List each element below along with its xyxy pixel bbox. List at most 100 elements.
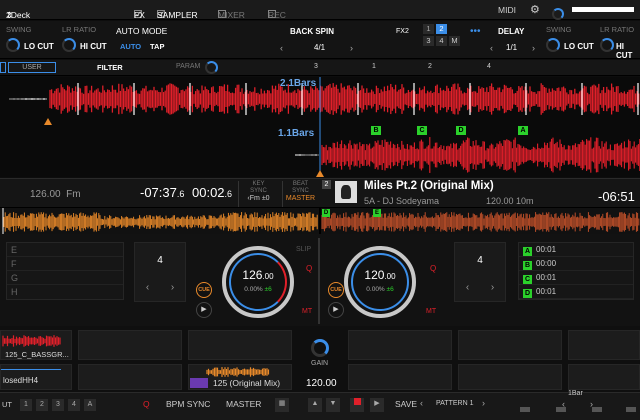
beat-next-left[interactable]: › [350, 43, 353, 53]
sampler-pad-6[interactable] [78, 364, 182, 390]
deck2-quantize[interactable]: Q [430, 264, 436, 273]
wave-cue-b[interactable]: B [371, 126, 381, 135]
sequence-step[interactable] [556, 407, 566, 412]
deck2-jog-wheel[interactable]: 120.00 0.00% ±6 [344, 246, 416, 318]
swing-knob[interactable] [6, 38, 20, 52]
beat-sync-button[interactable]: BEAT SYNC MASTER [282, 181, 318, 207]
sampler-pad-14[interactable] [458, 364, 562, 390]
lr-ratio-knob[interactable] [62, 38, 76, 52]
bank-1-button[interactable]: 1 [20, 399, 32, 411]
overview-cue-e[interactable]: E [373, 209, 381, 217]
sampler-pad-9[interactable] [348, 330, 452, 360]
deck1-quantize[interactable]: Q [306, 264, 312, 273]
key-sync-button[interactable]: KEY SYNC ‹Fm ±0 [238, 181, 278, 207]
sampler-quantize[interactable]: Q [143, 399, 150, 409]
loop-double-button[interactable]: › [171, 282, 174, 293]
lr-ratio-knob-right[interactable] [600, 38, 614, 52]
fx-slot-3[interactable]: 3 [423, 36, 434, 46]
wave-cue-c[interactable]: C [417, 126, 427, 135]
sampler-pad-10[interactable] [458, 330, 562, 360]
hi-cut-button[interactable]: HI CUT [80, 42, 107, 51]
pattern-prev-button[interactable]: ‹ [420, 398, 423, 408]
filter-label[interactable]: FILTER [97, 63, 123, 72]
master-volume-knob[interactable] [552, 3, 564, 20]
deck2-cue-button[interactable]: CUE [328, 282, 344, 298]
master-button[interactable]: MASTER [226, 399, 261, 409]
sequence-step[interactable] [626, 407, 636, 412]
bank-a-button[interactable]: A [84, 399, 96, 411]
overview-cue-d[interactable]: D [322, 209, 330, 217]
beat-prev-right[interactable]: ‹ [490, 43, 493, 53]
sequence-step[interactable] [520, 407, 530, 412]
tap-button[interactable]: TAP [150, 42, 164, 51]
gain-knob[interactable] [311, 339, 329, 357]
hotcue-row-g[interactable]: G [7, 271, 123, 285]
hotcue-num-4[interactable]: 4 [487, 63, 491, 70]
arrow-down-icon[interactable]: ▼ [326, 398, 340, 412]
midi-button[interactable]: MIDI [498, 5, 516, 15]
bank-4-button[interactable]: 4 [68, 399, 80, 411]
deck1-cue-button[interactable]: CUE [196, 282, 212, 298]
sampler-pad-11[interactable] [568, 330, 640, 360]
hotcue-row-b[interactable]: B 00:00 [519, 257, 633, 271]
sequence-step[interactable] [592, 407, 602, 412]
fx-name-right[interactable]: DELAY [498, 27, 524, 36]
record-button[interactable] [350, 398, 364, 412]
fx-slot-4[interactable]: 4 [436, 36, 447, 46]
deck2-play-button[interactable]: ▶ [328, 302, 344, 318]
deck2-loop-length[interactable]: 4 [455, 255, 505, 266]
hotcue-num-1[interactable]: 1 [372, 63, 376, 70]
sampler-pad-15[interactable] [568, 364, 640, 390]
deck1-loop-length[interactable]: 4 [135, 255, 185, 266]
waveform-deck2[interactable]: 1.1Bars B C D A [0, 125, 640, 177]
sampler-pad-7[interactable]: 125 (Original Mix) [188, 364, 292, 390]
hotcue-num-2[interactable]: 2 [428, 63, 432, 70]
beat-next-right[interactable]: › [532, 43, 535, 53]
deck2-master-tempo[interactable]: MT [426, 308, 436, 315]
hotcue-row-f[interactable]: F [7, 257, 123, 271]
pattern-next-button[interactable]: › [482, 398, 485, 408]
wave-cue-d[interactable]: D [456, 126, 466, 135]
hotcue-row-d[interactable]: D 00:01 [519, 285, 633, 299]
swing-knob-right[interactable] [546, 38, 560, 52]
fx-slot-1[interactable]: 1 [423, 24, 434, 34]
hi-cut-button-right[interactable]: HI CUT [616, 42, 640, 60]
deck1-master-tempo[interactable]: MT [302, 308, 312, 315]
lo-cut-button[interactable]: LO CUT [24, 42, 54, 51]
beat-prev-left[interactable]: ‹ [280, 43, 283, 53]
param-knob[interactable] [205, 61, 218, 74]
waveform-deck1[interactable]: 2.1Bars [0, 77, 640, 125]
wave-cue-a[interactable]: A [518, 126, 528, 135]
gear-icon[interactable]: ⚙ [530, 3, 540, 16]
sampler-pad-13[interactable] [348, 364, 452, 390]
loop-halve-button[interactable]: ‹ [466, 282, 469, 293]
loop-halve-button[interactable]: ‹ [146, 282, 149, 293]
overview-waveforms[interactable]: D E [0, 208, 640, 234]
bank-2-button[interactable]: 2 [36, 399, 48, 411]
deck-select-edge[interactable] [0, 62, 6, 73]
more-dots-icon[interactable]: ••• [470, 26, 481, 37]
auto-button[interactable]: AUTO [120, 42, 141, 51]
lo-cut-button-right[interactable]: LO CUT [564, 42, 594, 51]
grid-icon[interactable]: ▦ [275, 398, 289, 412]
hotcue-row-a[interactable]: A 00:01 [519, 243, 633, 257]
sampler-pad-5[interactable]: losedHH4 [0, 364, 72, 390]
user-button[interactable]: USER [8, 62, 56, 73]
hotcue-row-e[interactable]: E [7, 243, 123, 257]
sampler-pad-1[interactable]: 125_C_BASSGR... [0, 330, 72, 360]
hotcue-row-c[interactable]: C 00:01 [519, 271, 633, 285]
fx-slot-2[interactable]: 2 [436, 24, 447, 34]
deck1-play-button[interactable]: ▶ [196, 302, 212, 318]
hotcue-row-h[interactable]: H [7, 285, 123, 299]
bank-3-button[interactable]: 3 [52, 399, 64, 411]
sampler-pad-2[interactable] [78, 330, 182, 360]
save-button[interactable]: SAVE [395, 399, 417, 409]
bpm-sync-button[interactable]: BPM SYNC [166, 399, 210, 409]
fx-name-left[interactable]: BACK SPIN [290, 27, 334, 36]
arrow-up-icon[interactable]: ▲ [308, 398, 322, 412]
deck1-jog-wheel[interactable]: 126.00 0.00% ±6 [222, 246, 294, 318]
play-pattern-button[interactable]: ▶ [370, 398, 384, 412]
hotcue-num-3[interactable]: 3 [314, 63, 318, 70]
slip-button[interactable]: SLIP [296, 246, 311, 253]
sampler-pad-3[interactable] [188, 330, 292, 360]
